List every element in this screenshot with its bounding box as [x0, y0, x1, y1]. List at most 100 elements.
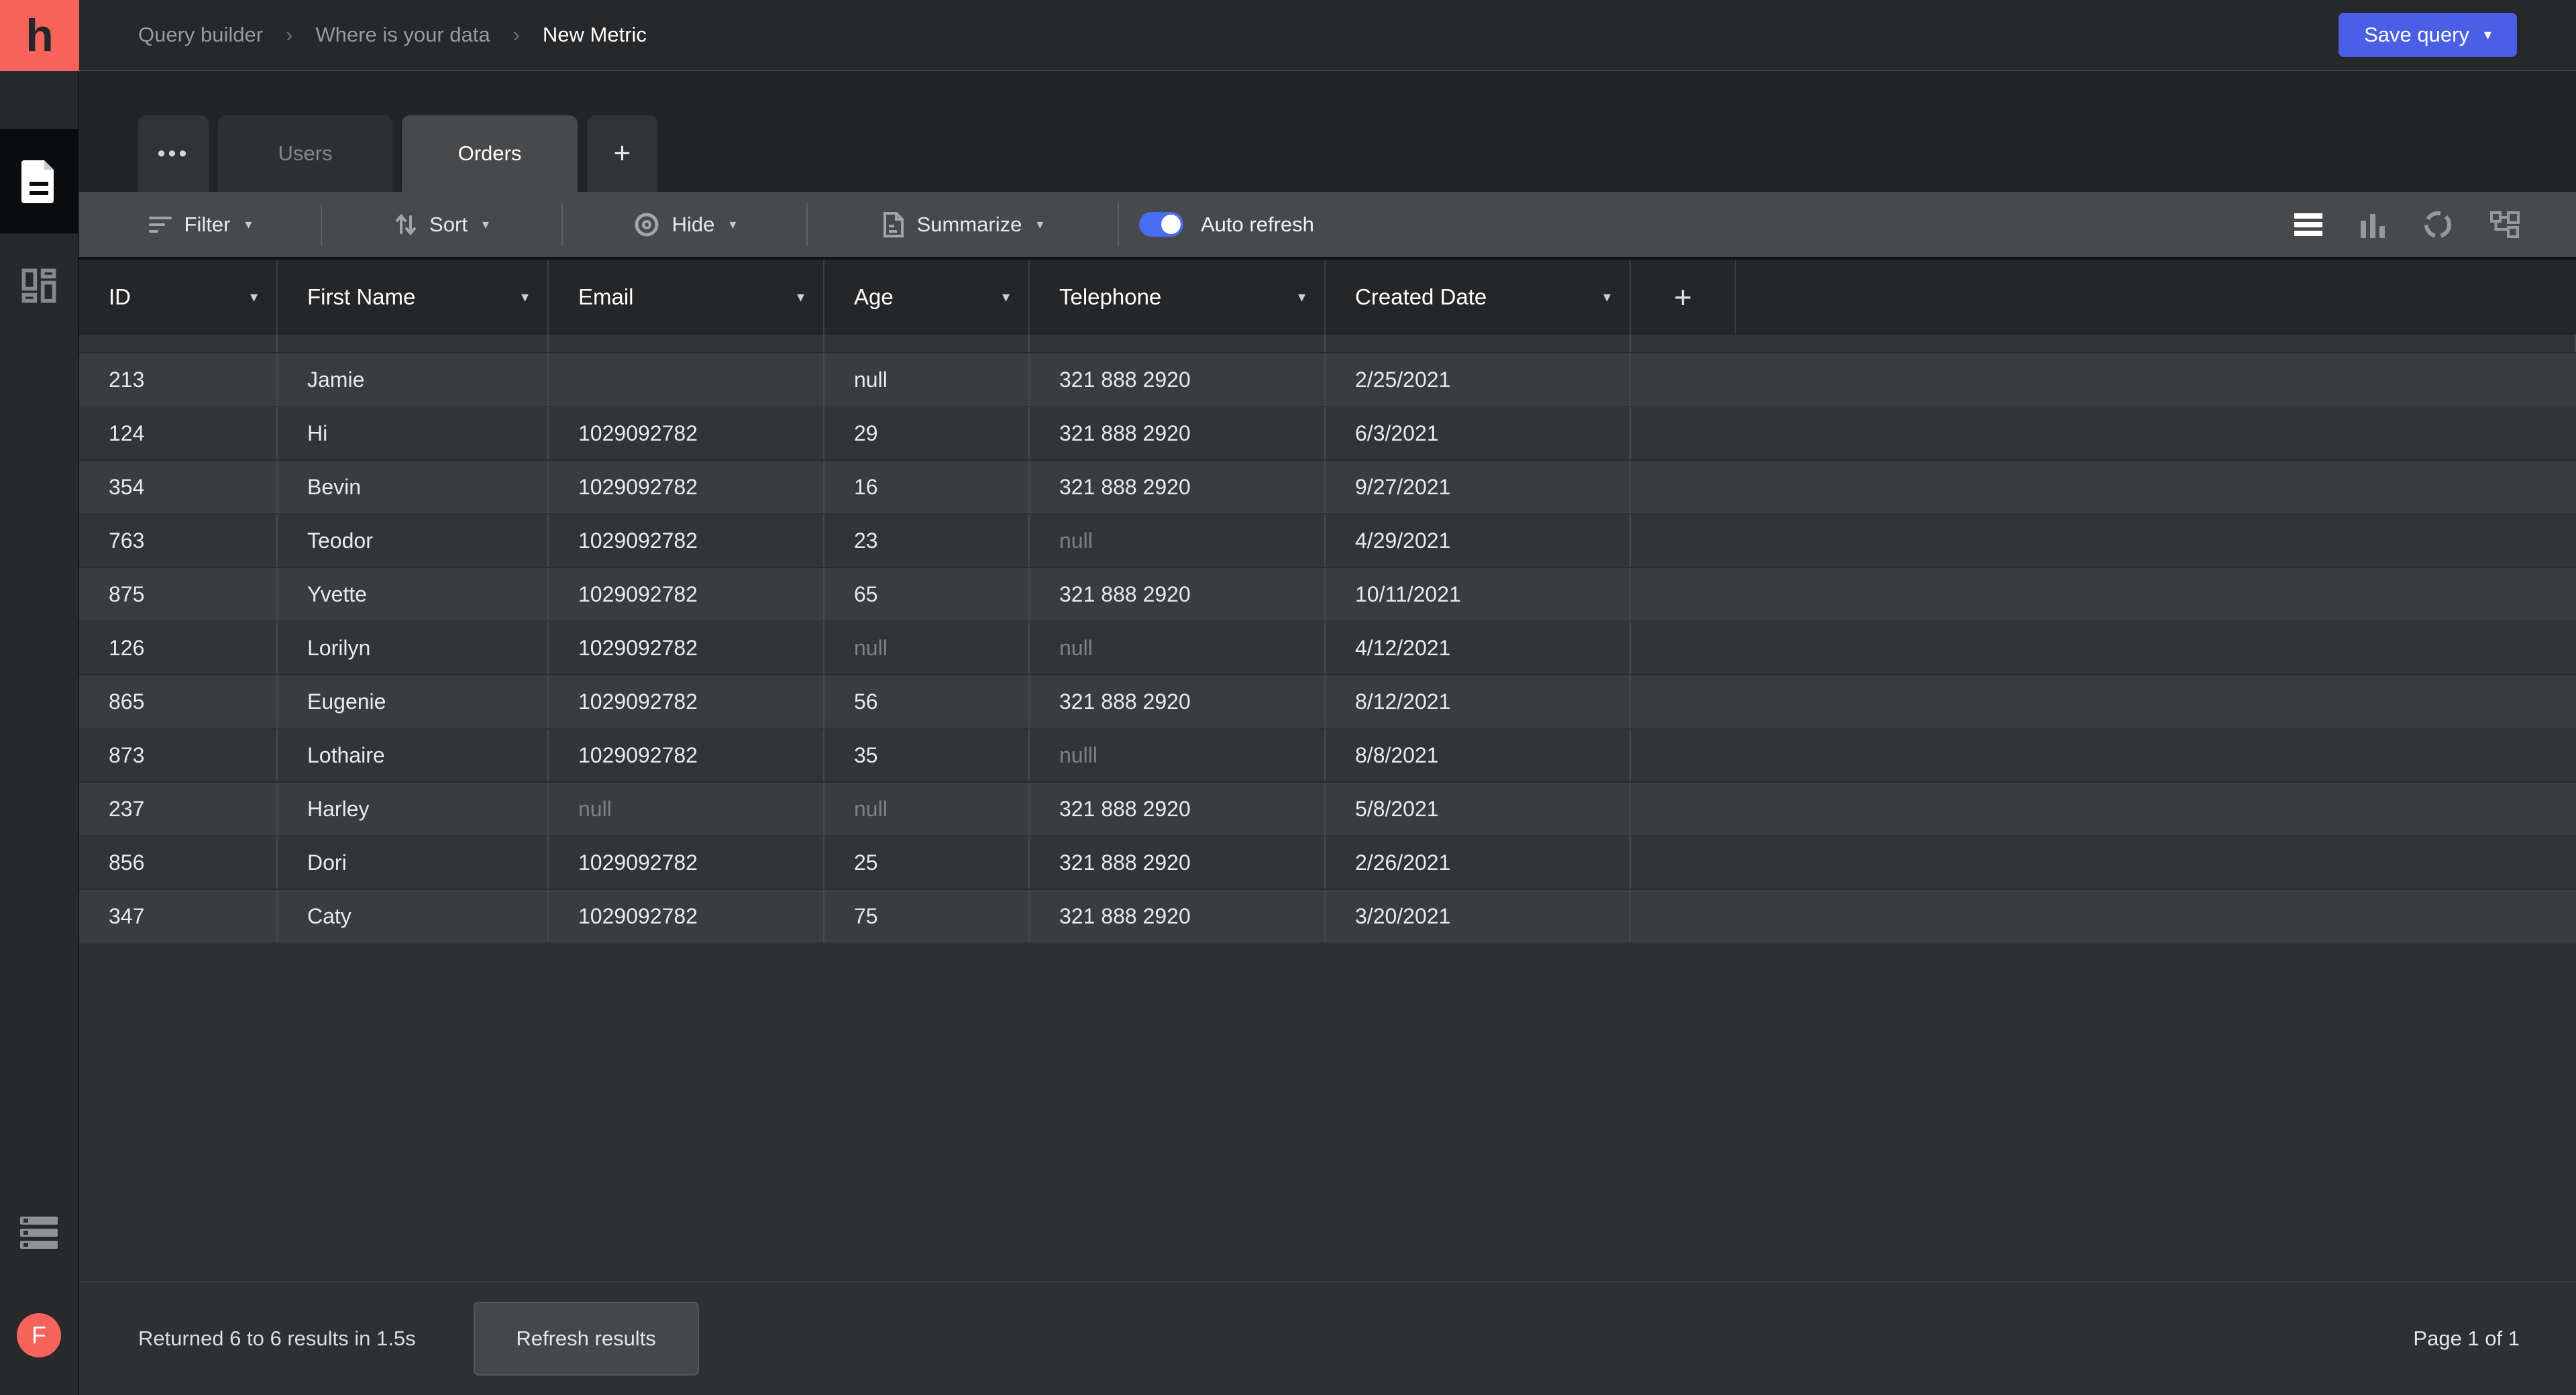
column-header-created-date[interactable]: Created Date ▾ [1326, 260, 1631, 335]
tab-users[interactable]: Users [218, 115, 392, 192]
table-row[interactable]: 856 Dori 1029092782 25 321 888 2920 2/26/2021 [79, 836, 2576, 890]
tab-orders[interactable]: Orders [402, 115, 578, 192]
cell-email[interactable]: 1029092782 [549, 514, 824, 567]
cell-created-date[interactable]: 3/20/2021 [1326, 890, 1631, 942]
cell-first-name[interactable]: Lothaire [278, 729, 549, 781]
cell-id[interactable]: 354 [79, 461, 278, 513]
cell-first-name[interactable]: Teodor [278, 514, 549, 567]
cell-telephone[interactable]: 321 888 2920 [1030, 353, 1326, 406]
cell-created-date[interactable]: 5/8/2021 [1326, 783, 1631, 835]
cell-id[interactable]: 763 [79, 514, 278, 567]
filter-dropdown[interactable]: Filter ▾ [79, 213, 321, 237]
column-header-telephone[interactable]: Telephone ▾ [1030, 260, 1326, 335]
table-row[interactable]: 126 Lorilyn 1029092782 null null 4/12/2021 [79, 622, 2576, 675]
breadcrumb-where-is-your-data[interactable]: Where is your data [315, 23, 490, 47]
cell-email[interactable]: 1029092782 [549, 461, 824, 513]
cell-age[interactable]: null [824, 353, 1030, 406]
cell-age[interactable]: 25 [824, 836, 1030, 889]
tab-overflow-button[interactable]: ••• [138, 115, 209, 192]
table-row[interactable]: 237 Harley null null 321 888 2920 5/8/2021 [79, 783, 2576, 836]
cell-first-name[interactable]: Dori [278, 836, 549, 889]
cell-age[interactable]: 65 [824, 568, 1030, 620]
cell-first-name[interactable]: Lorilyn [278, 622, 549, 674]
cell-telephone[interactable]: 321 888 2920 [1030, 836, 1326, 889]
table-row[interactable]: 347 Caty 1029092782 75 321 888 2920 3/20/2021 [79, 890, 2576, 944]
cell-telephone[interactable]: null [1030, 514, 1326, 567]
table-row[interactable]: 124 Hi 1029092782 29 321 888 2920 6/3/2021 [79, 407, 2576, 461]
summarize-dropdown[interactable]: Summarize ▾ [808, 211, 1118, 238]
table-row[interactable]: 875 Yvette 1029092782 65 321 888 2920 10/11/2… [79, 568, 2576, 622]
cell-id[interactable]: 875 [79, 568, 278, 620]
cell-email[interactable]: 1029092782 [549, 729, 824, 781]
cell-age[interactable]: null [824, 622, 1030, 674]
cell-created-date[interactable]: 2/25/2021 [1326, 353, 1631, 406]
cell-first-name[interactable]: Hi [278, 407, 549, 459]
cell-email[interactable] [549, 353, 824, 406]
add-tab-button[interactable]: + [587, 115, 657, 192]
cell-email[interactable]: 1029092782 [549, 675, 824, 728]
cell-id[interactable]: 213 [79, 353, 278, 406]
cell-created-date[interactable]: 8/12/2021 [1326, 675, 1631, 728]
breadcrumb-query-builder[interactable]: Query builder [138, 23, 263, 47]
cell-telephone[interactable]: 321 888 2920 [1030, 461, 1326, 513]
refresh-results-button[interactable]: Refresh results [473, 1302, 699, 1376]
table-row[interactable]: 865 Eugenie 1029092782 56 321 888 2920 8/12/2… [79, 675, 2576, 729]
cell-id[interactable]: 237 [79, 783, 278, 835]
cell-telephone[interactable]: 321 888 2920 [1030, 568, 1326, 620]
sidebar-item-queries[interactable] [0, 129, 78, 233]
cell-id[interactable]: 873 [79, 729, 278, 781]
auto-refresh-toggle[interactable] [1139, 212, 1183, 237]
save-query-button[interactable]: Save query ▾ [2339, 13, 2517, 57]
schema-graph-icon[interactable] [2490, 211, 2520, 238]
cell-id[interactable]: 865 [79, 675, 278, 728]
cell-id[interactable]: 126 [79, 622, 278, 674]
cell-telephone[interactable]: null [1030, 622, 1326, 674]
sidebar-item-queue[interactable] [20, 1217, 58, 1249]
column-header-age[interactable]: Age ▾ [824, 260, 1030, 335]
cell-id[interactable]: 347 [79, 890, 278, 942]
cell-first-name[interactable]: Eugenie [278, 675, 549, 728]
cell-email[interactable]: 1029092782 [549, 407, 824, 459]
cell-age[interactable]: 16 [824, 461, 1030, 513]
donut-chart-icon[interactable] [2423, 210, 2453, 239]
cell-first-name[interactable]: Jamie [278, 353, 549, 406]
cell-created-date[interactable]: 6/3/2021 [1326, 407, 1631, 459]
cell-email[interactable]: null [549, 783, 824, 835]
cell-email[interactable]: 1029092782 [549, 836, 824, 889]
cell-email[interactable]: 1029092782 [549, 890, 824, 942]
cell-email[interactable]: 1029092782 [549, 568, 824, 620]
cell-telephone[interactable]: 321 888 2920 [1030, 783, 1326, 835]
cell-email[interactable]: 1029092782 [549, 622, 824, 674]
table-view-icon[interactable] [2294, 213, 2322, 236]
cell-first-name[interactable]: Bevin [278, 461, 549, 513]
cell-age[interactable]: 23 [824, 514, 1030, 567]
cell-created-date[interactable]: 4/29/2021 [1326, 514, 1631, 567]
column-header-first-name[interactable]: First Name ▾ [278, 260, 549, 335]
cell-created-date[interactable]: 9/27/2021 [1326, 461, 1631, 513]
column-header-id[interactable]: ID ▾ [79, 260, 278, 335]
sidebar-item-dashboards[interactable] [0, 233, 78, 338]
sort-dropdown[interactable]: Sort ▾ [322, 213, 561, 237]
cell-created-date[interactable]: 2/26/2021 [1326, 836, 1631, 889]
cell-age[interactable]: 56 [824, 675, 1030, 728]
cell-age[interactable]: null [824, 783, 1030, 835]
column-header-email[interactable]: Email ▾ [549, 260, 824, 335]
cell-id[interactable]: 856 [79, 836, 278, 889]
cell-id[interactable]: 124 [79, 407, 278, 459]
table-row[interactable]: 873 Lothaire 1029092782 35 nulll 8/8/2021 [79, 729, 2576, 783]
cell-age[interactable]: 75 [824, 890, 1030, 942]
table-row[interactable]: 354 Bevin 1029092782 16 321 888 2920 9/27/202… [79, 461, 2576, 514]
cell-first-name[interactable]: Caty [278, 890, 549, 942]
cell-telephone[interactable]: nulll [1030, 729, 1326, 781]
table-row[interactable]: 213 Jamie null 321 888 2920 2/25/2021 [79, 353, 2576, 407]
cell-first-name[interactable]: Harley [278, 783, 549, 835]
cell-created-date[interactable]: 10/11/2021 [1326, 568, 1631, 620]
user-avatar[interactable]: F [17, 1313, 61, 1357]
table-row[interactable]: 763 Teodor 1029092782 23 null 4/29/2021 [79, 514, 2576, 568]
cell-first-name[interactable]: Yvette [278, 568, 549, 620]
hide-dropdown[interactable]: Hide ▾ [563, 211, 806, 238]
cell-telephone[interactable]: 321 888 2920 [1030, 890, 1326, 942]
cell-age[interactable]: 35 [824, 729, 1030, 781]
bar-chart-icon[interactable] [2360, 211, 2385, 238]
add-column-button[interactable]: + [1631, 260, 1736, 335]
